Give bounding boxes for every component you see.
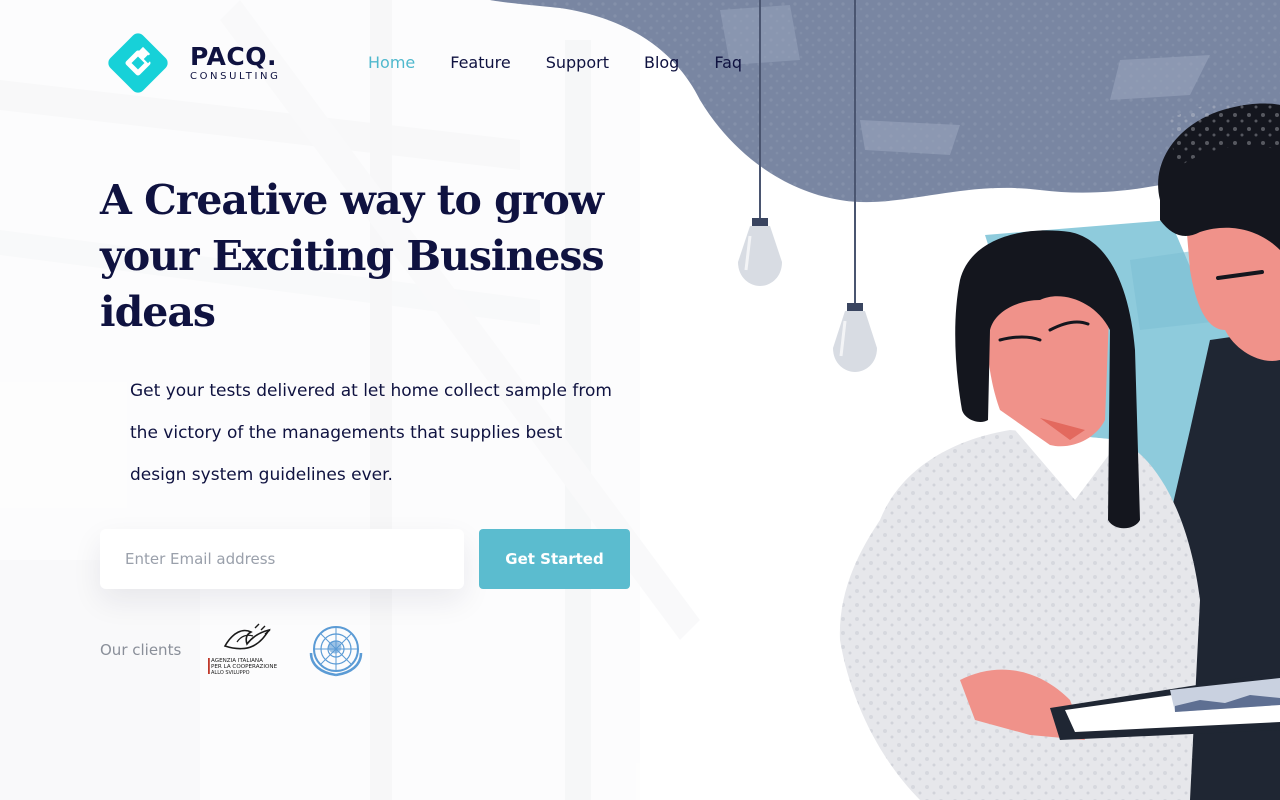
agenzia-italiana-icon: AGENZIA ITALIANA PER LA COOPERAZIONE ALL…	[208, 623, 278, 676]
clients-strip: Our clients AGENZIA ITALIANA PER LA COOP…	[100, 622, 367, 678]
brand-tagline: CONSULTING	[190, 71, 281, 82]
brand-logo[interactable]: PACQ. CONSULTING	[102, 27, 280, 99]
get-started-button[interactable]: Get Started	[479, 529, 630, 589]
main-nav: Home Feature Support Blog Faq	[368, 52, 777, 74]
nav-feature[interactable]: Feature	[450, 52, 510, 74]
hero-title-line: your Exciting Business	[100, 232, 605, 280]
hero-description: Get your tests delivered at let home col…	[130, 370, 630, 496]
hero-description-line: the victory of the managements that supp…	[130, 423, 563, 443]
clients-label: Our clients	[100, 641, 182, 659]
nav-home[interactable]: Home	[368, 52, 415, 74]
pacq-logo-icon	[108, 33, 168, 93]
nav-faq[interactable]: Faq	[714, 52, 742, 74]
nav-support[interactable]: Support	[546, 52, 609, 74]
hero-title: A Creative way to grow your Exciting Bus…	[100, 172, 660, 340]
signup-form: Get Started	[100, 529, 630, 589]
client-logo-line: ALLO SVILUPPO	[211, 670, 250, 676]
hero-title-line: A Creative way to grow	[100, 176, 604, 224]
hero-section: A Creative way to grow your Exciting Bus…	[100, 172, 660, 496]
email-input[interactable]	[100, 529, 464, 589]
nav-blog[interactable]: Blog	[644, 52, 679, 74]
hero-description-line: design system guidelines ever.	[130, 465, 393, 485]
hero-title-line: ideas	[100, 288, 216, 336]
hero-description-line: Get your tests delivered at let home col…	[130, 381, 612, 401]
united-nations-icon	[310, 626, 363, 677]
site-header: PACQ. CONSULTING Home Feature Support Bl…	[0, 0, 1280, 120]
brand-name: PACQ.	[190, 42, 277, 71]
